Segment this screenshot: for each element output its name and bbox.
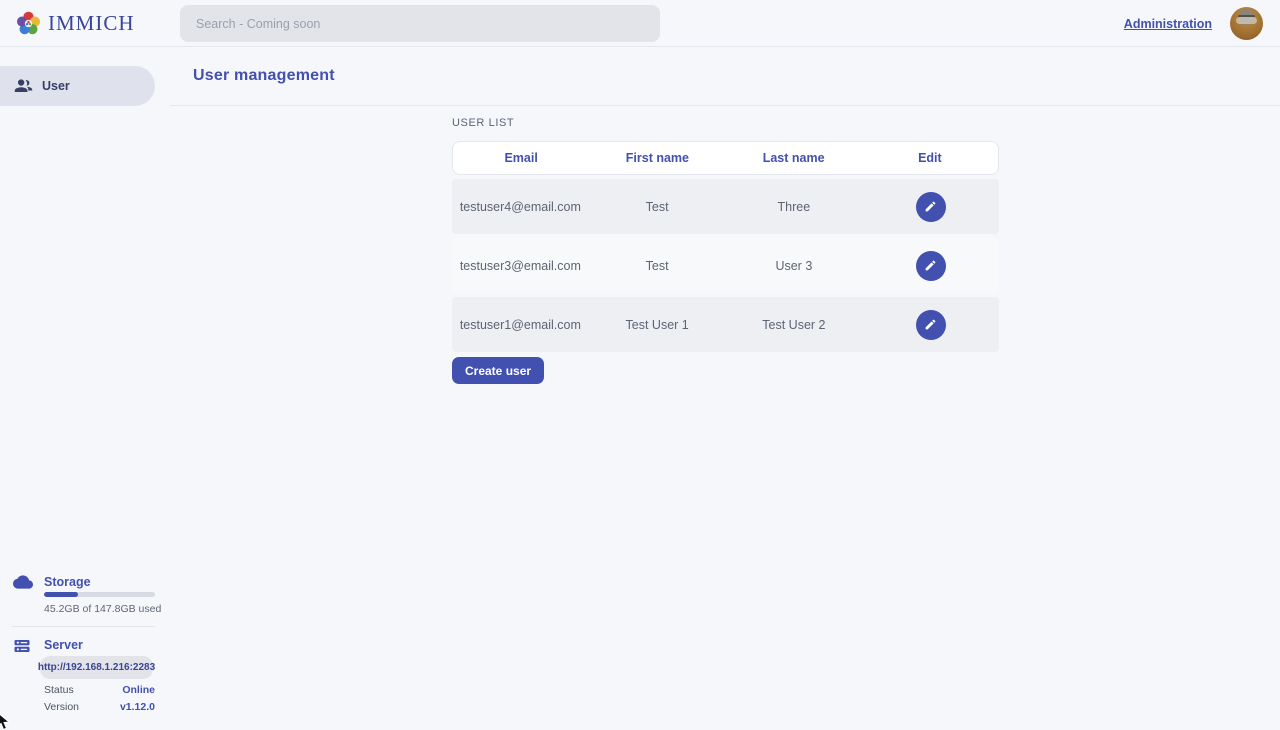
user-last-name: User 3 [726,259,863,273]
table-header-row: Email First name Last name Edit [452,141,999,175]
storage-usage-text: 45.2GB of 147.8GB used [44,603,161,615]
app-name: IMMICH [48,11,135,36]
server-status-value: Online [122,684,155,696]
server-icon [13,637,31,660]
sidebar-item-label: User [42,79,70,93]
user-first-name: Test [589,259,726,273]
table-row: testuser4@email.com Test Three [452,179,999,234]
storage-title: Storage [44,575,91,589]
user-first-name: Test User 1 [589,318,726,332]
column-header-email: Email [453,151,589,165]
edit-user-button[interactable] [916,251,946,281]
sidebar-divider [12,626,155,627]
user-first-name: Test [589,200,726,214]
app-logo[interactable]: IMMICH [0,10,135,37]
user-table: Email First name Last name Edit testuser… [452,141,999,352]
search-input[interactable] [180,5,660,42]
immich-flower-icon [15,10,42,37]
user-email: testuser4@email.com [452,200,589,214]
page-title-bar: User management [170,47,1280,106]
create-user-button[interactable]: Create user [452,357,544,384]
cloud-icon [13,572,33,597]
pencil-icon [924,259,937,272]
column-header-first-name: First name [589,151,725,165]
column-header-edit: Edit [862,151,998,165]
server-version-label: Version [44,701,79,713]
storage-progress-bar [44,592,155,597]
table-row: testuser1@email.com Test User 1 Test Use… [452,297,999,352]
server-url-badge: http://192.168.1.216:2283 [40,656,153,679]
sidebar-item-user[interactable]: User [0,66,155,106]
server-title: Server [44,638,83,652]
page-title: User management [193,67,335,85]
server-status-label: Status [44,684,74,696]
pencil-icon [924,318,937,331]
users-icon [14,77,33,96]
column-header-last-name: Last name [726,151,862,165]
user-list-section-label: USER LIST [452,117,514,129]
user-email: testuser1@email.com [452,318,589,332]
user-email: testuser3@email.com [452,259,589,273]
pencil-icon [924,200,937,213]
administration-link[interactable]: Administration [1124,17,1212,31]
edit-user-button[interactable] [916,310,946,340]
table-row: testuser3@email.com Test User 3 [452,238,999,293]
user-last-name: Three [726,200,863,214]
user-last-name: Test User 2 [726,318,863,332]
mouse-cursor [0,711,13,730]
top-nav-bar: IMMICH Administration [0,0,1280,47]
user-avatar[interactable] [1230,7,1263,40]
server-version-value: v1.12.0 [120,701,155,713]
edit-user-button[interactable] [916,192,946,222]
storage-progress-fill [44,592,78,597]
